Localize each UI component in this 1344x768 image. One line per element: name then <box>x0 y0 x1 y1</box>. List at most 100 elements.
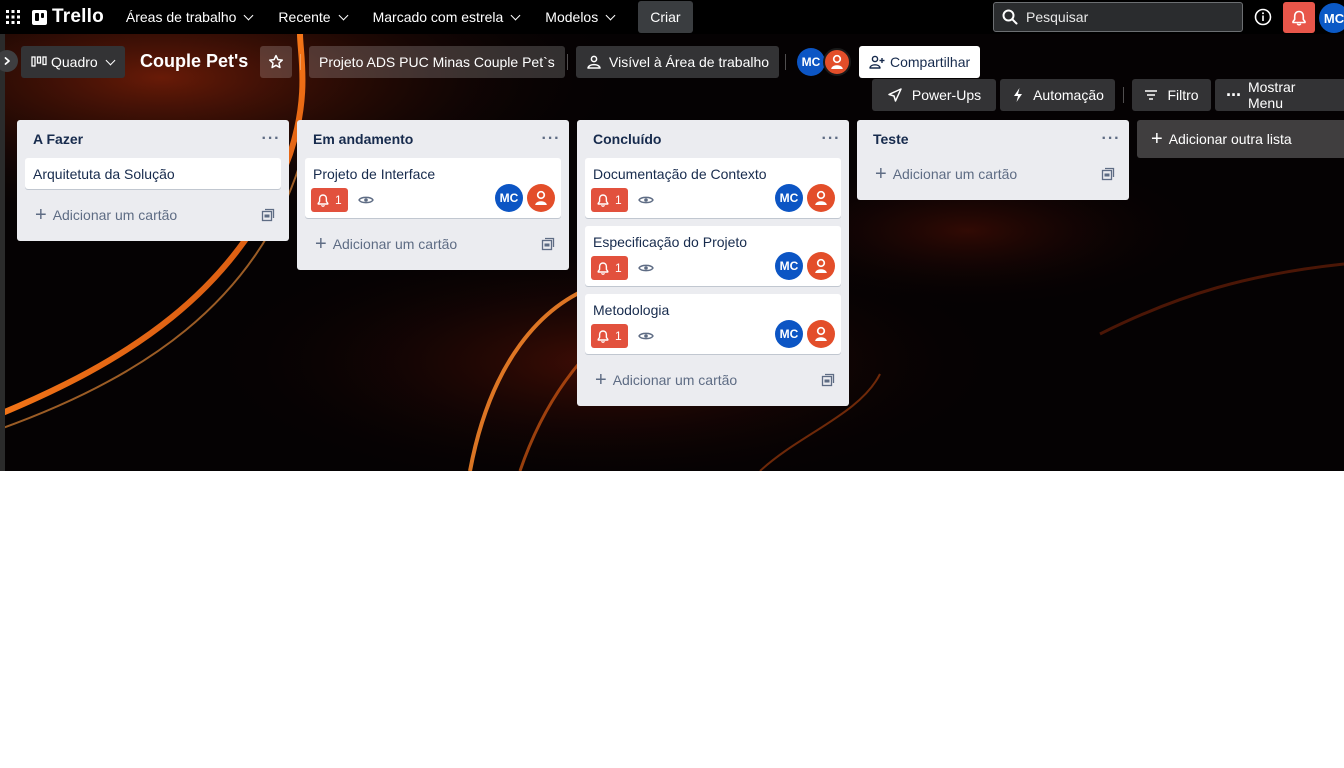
show-menu-label: Mostrar Menu <box>1247 79 1296 111</box>
list-menu-icon[interactable]: ··· <box>261 131 281 147</box>
due-date-badge[interactable]: 1 <box>311 188 348 212</box>
board-member-avatar[interactable] <box>823 48 851 76</box>
create-button[interactable]: Criar <box>638 1 693 33</box>
due-count: 1 <box>615 329 622 343</box>
list-menu-icon[interactable]: ··· <box>1101 131 1121 147</box>
add-card-button[interactable]: + Adicionar um cartão <box>25 197 281 233</box>
bell-icon <box>597 261 609 275</box>
header-divider <box>567 54 568 70</box>
menu-starred[interactable]: Marcado com estrela <box>365 2 528 32</box>
view-switcher-label: Quadro <box>51 54 98 70</box>
add-list-label: Adicionar outra lista <box>1168 131 1292 147</box>
member-avatar[interactable] <box>527 184 555 212</box>
template-icon[interactable] <box>541 237 555 251</box>
share-label: Compartilhar <box>890 54 971 70</box>
list-title[interactable]: Teste <box>873 131 909 147</box>
menu-templates[interactable]: Modelos <box>537 2 622 32</box>
board-title[interactable]: Couple Pet's <box>140 51 248 72</box>
card-members: MC <box>771 184 835 212</box>
add-card-button[interactable]: + Adicionar um cartão <box>865 156 1121 192</box>
filter-button[interactable]: Filtro <box>1132 79 1211 111</box>
bell-icon <box>597 329 609 343</box>
board-member-avatar[interactable]: MC <box>797 48 825 76</box>
eye-icon <box>357 194 374 206</box>
show-menu-button[interactable]: ··· Mostrar Menu <box>1215 79 1344 111</box>
powerups-button[interactable]: Power-Ups <box>872 79 996 111</box>
app-switcher-icon[interactable] <box>2 6 24 28</box>
trello-app: Trello Áreas de trabalho Recente Marcado… <box>0 0 1344 768</box>
info-icon[interactable] <box>1252 6 1274 28</box>
menu-workspaces[interactable]: Áreas de trabalho <box>118 2 261 32</box>
template-icon[interactable] <box>261 208 275 222</box>
search-placeholder: Pesquisar <box>1026 9 1089 25</box>
member-avatar[interactable] <box>807 252 835 280</box>
user-icon <box>815 190 827 205</box>
add-list-button[interactable]: + Adicionar outra lista <box>1137 120 1344 158</box>
list-title[interactable]: Concluído <box>593 131 661 147</box>
chevron-down-icon <box>338 10 349 20</box>
card[interactable]: Metodologia 1 MC <box>585 294 841 354</box>
menu-workspaces-label: Áreas de trabalho <box>125 9 237 25</box>
visibility-label: Visível à Área de trabalho <box>609 54 770 70</box>
member-avatar[interactable]: MC <box>775 320 803 348</box>
add-card-button[interactable]: + Adicionar um cartão <box>305 226 561 262</box>
list-title[interactable]: A Fazer <box>33 131 83 147</box>
card[interactable]: Documentação de Contexto 1 MC <box>585 158 841 218</box>
member-avatar[interactable]: MC <box>495 184 523 212</box>
user-icon <box>831 54 843 69</box>
automation-button[interactable]: Automação <box>1000 79 1115 111</box>
list-a-fazer: A Fazer ··· Arquitetuta da Solução + Adi… <box>17 120 289 241</box>
rocket-icon <box>888 88 902 102</box>
star-board-button[interactable] <box>260 46 292 78</box>
list-menu-icon[interactable]: ··· <box>821 131 841 147</box>
due-count: 1 <box>615 193 622 207</box>
due-date-badge[interactable]: 1 <box>591 256 628 280</box>
board-view-icon <box>31 56 47 67</box>
menu-recent[interactable]: Recente <box>270 2 354 32</box>
list-header[interactable]: Teste ··· <box>857 120 1129 158</box>
search-input[interactable]: Pesquisar <box>993 2 1243 32</box>
trello-logo-icon <box>32 9 47 25</box>
member-avatar[interactable]: MC <box>775 184 803 212</box>
list-title[interactable]: Em andamento <box>313 131 413 147</box>
user-avatar[interactable]: MC <box>1319 3 1344 33</box>
add-card-button[interactable]: + Adicionar um cartão <box>585 362 841 398</box>
card[interactable]: Especificação do Projeto 1 MC <box>585 226 841 286</box>
header-divider <box>300 54 301 70</box>
powerups-label: Power-Ups <box>911 87 982 103</box>
member-avatar[interactable] <box>807 320 835 348</box>
notifications-button[interactable] <box>1283 2 1315 33</box>
template-icon[interactable] <box>821 373 835 387</box>
star-icon <box>268 54 284 69</box>
list-teste: Teste ··· + Adicionar um cartão <box>857 120 1129 200</box>
card-members: MC <box>771 252 835 280</box>
card[interactable]: Projeto de Interface 1 MC <box>305 158 561 218</box>
eye-icon <box>637 194 654 206</box>
list-header[interactable]: A Fazer ··· <box>17 120 289 158</box>
card[interactable]: Arquitetuta da Solução <box>25 158 281 189</box>
add-card-label: Adicionar um cartão <box>52 207 178 223</box>
member-avatar[interactable]: MC <box>775 252 803 280</box>
list-concluido: Concluído ··· Documentação de Contexto 1… <box>577 120 849 406</box>
list-menu-icon[interactable]: ··· <box>541 131 561 147</box>
share-button[interactable]: Compartilhar <box>859 46 981 78</box>
due-date-badge[interactable]: 1 <box>591 188 628 212</box>
visibility-button[interactable]: Visível à Área de trabalho <box>576 46 780 78</box>
add-card-label: Adicionar um cartão <box>332 236 458 252</box>
toolbar-divider <box>1123 87 1124 103</box>
plus-icon: + <box>595 369 607 391</box>
search-icon <box>1002 9 1018 25</box>
due-date-badge[interactable]: 1 <box>591 324 628 348</box>
template-icon[interactable] <box>1101 167 1115 181</box>
filter-label: Filtro <box>1167 87 1199 103</box>
member-avatar[interactable] <box>807 184 835 212</box>
workspace-label: Projeto ADS PUC Minas Couple Pet`s <box>319 54 555 70</box>
filter-icon <box>1145 90 1158 100</box>
workspace-button[interactable]: Projeto ADS PUC Minas Couple Pet`s <box>309 46 565 78</box>
list-header[interactable]: Concluído ··· <box>577 120 849 158</box>
list-header[interactable]: Em andamento ··· <box>297 120 569 158</box>
list-em-andamento: Em andamento ··· Projeto de Interface 1 … <box>297 120 569 270</box>
view-switcher-button[interactable]: Quadro <box>21 46 125 78</box>
more-icon: ··· <box>1226 85 1242 105</box>
trello-logo[interactable]: Trello <box>32 6 104 28</box>
